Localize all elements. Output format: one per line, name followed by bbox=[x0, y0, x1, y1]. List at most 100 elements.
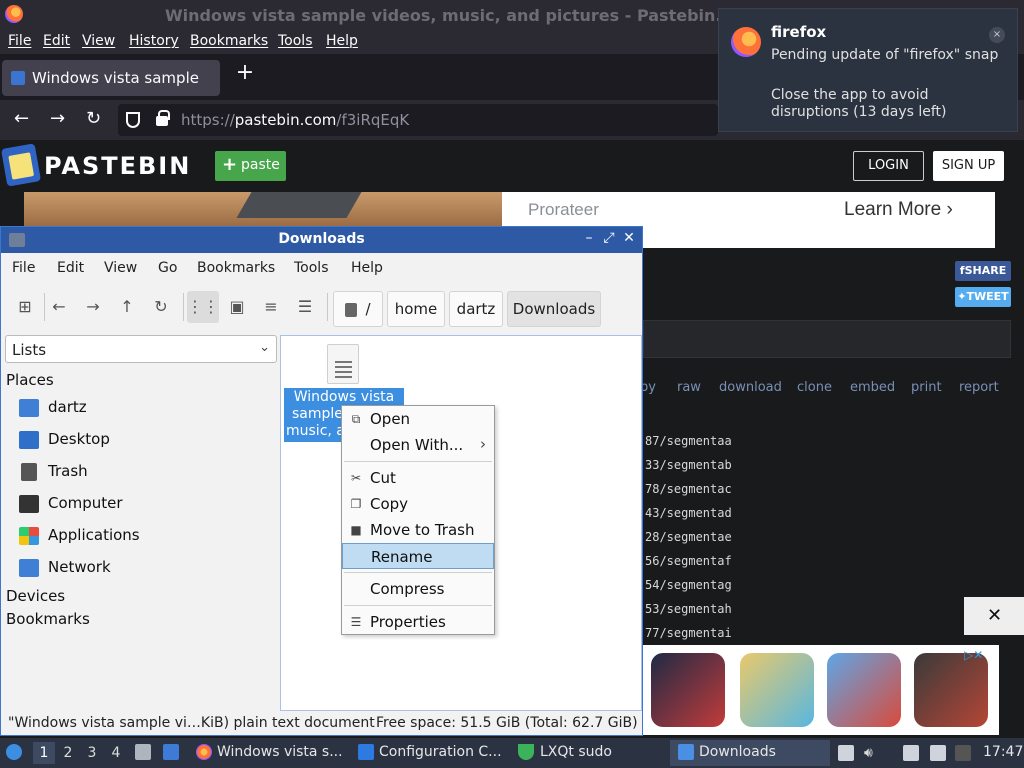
up-icon[interactable]: ↑ bbox=[111, 291, 143, 323]
thumbnail-view-icon[interactable]: ▣ bbox=[221, 291, 253, 323]
game-icon-soccer[interactable] bbox=[740, 653, 814, 727]
adchoices-icon[interactable]: ▷✕ bbox=[964, 648, 996, 662]
reload-icon[interactable]: ↻ bbox=[145, 291, 177, 323]
sidebar-item-network[interactable]: Network bbox=[19, 555, 269, 581]
code-line: 56/segmentaf bbox=[645, 554, 732, 568]
tracking-shield-icon[interactable] bbox=[126, 112, 140, 128]
menu-edit[interactable]: Edit bbox=[43, 33, 70, 49]
action-clone[interactable]: clone bbox=[797, 380, 832, 395]
task-lxqt-sudo[interactable]: LXQt sudo bbox=[540, 744, 612, 760]
task-downloads[interactable]: Downloads bbox=[699, 744, 776, 760]
fm-menu-tools[interactable]: Tools bbox=[294, 260, 329, 276]
ad-close-button[interactable]: ✕ bbox=[964, 597, 1024, 635]
game-icon-subway[interactable] bbox=[827, 653, 901, 727]
minimize-icon[interactable]: – bbox=[581, 230, 597, 246]
sidebar-item-desktop[interactable]: Desktop bbox=[19, 427, 269, 453]
path-home[interactable]: home bbox=[387, 291, 445, 327]
signup-button[interactable]: SIGN UP bbox=[933, 151, 1004, 181]
start-menu-icon[interactable] bbox=[6, 744, 22, 760]
facebook-share-button[interactable]: fSHARE bbox=[955, 261, 1011, 281]
desktop-1[interactable]: 1 bbox=[33, 742, 55, 764]
fm-menu-edit[interactable]: Edit bbox=[57, 260, 84, 276]
action-raw[interactable]: raw bbox=[677, 380, 701, 395]
fm-menu-file[interactable]: File bbox=[12, 260, 35, 276]
fm-menu-bookmarks[interactable]: Bookmarks bbox=[197, 260, 275, 276]
lock-icon[interactable] bbox=[156, 110, 170, 126]
pastebin-logo-icon[interactable] bbox=[0, 143, 42, 187]
ctx-cut[interactable]: ✂ Cut bbox=[342, 465, 494, 491]
show-desktop-icon[interactable] bbox=[163, 744, 179, 760]
menu-help[interactable]: Help bbox=[326, 33, 358, 49]
sidebar-item-computer[interactable]: Computer bbox=[19, 491, 269, 517]
reload-icon[interactable]: ↻ bbox=[86, 108, 101, 129]
tray-updates-icon[interactable] bbox=[838, 745, 854, 761]
menu-tools[interactable]: Tools bbox=[278, 33, 313, 49]
ctx-copy[interactable]: ❐ Copy bbox=[342, 491, 494, 517]
side-pane-combo[interactable]: Lists ⌄ bbox=[5, 335, 277, 363]
new-tab-plus-icon[interactable]: + bbox=[234, 62, 256, 84]
task-configuration[interactable]: Configuration C... bbox=[379, 744, 502, 760]
maximize-icon[interactable]: ⤢ bbox=[601, 230, 617, 246]
new-paste-button[interactable]: + paste bbox=[215, 151, 286, 181]
ctx-rename[interactable]: Rename bbox=[342, 543, 494, 569]
forward-icon[interactable]: → bbox=[77, 291, 109, 323]
desktop-2[interactable]: 2 bbox=[57, 742, 79, 764]
ctx-move-to-trash[interactable]: ■ Move to Trash bbox=[342, 517, 494, 543]
action-report[interactable]: report bbox=[959, 380, 999, 395]
back-icon[interactable]: ← bbox=[43, 291, 75, 323]
ctx-open[interactable]: ⧉ Open bbox=[342, 406, 494, 432]
clock[interactable]: 17:47 bbox=[983, 744, 1023, 760]
twitter-share-button[interactable]: ✦TWEET bbox=[955, 287, 1011, 307]
info-icon[interactable] bbox=[955, 745, 971, 761]
sidebar-item-dartz[interactable]: dartz bbox=[19, 395, 269, 421]
ad-learn-more[interactable]: Learn More › bbox=[844, 199, 953, 221]
fm-menu-help[interactable]: Help bbox=[351, 260, 383, 276]
path-dartz[interactable]: dartz bbox=[449, 291, 503, 327]
compact-view-icon[interactable]: ≡ bbox=[255, 291, 287, 323]
detailed-view-icon[interactable]: ☰ bbox=[289, 291, 321, 323]
notification-close-icon[interactable]: × bbox=[989, 27, 1005, 43]
url-text: https://pastebin.com/f3iRqEqK bbox=[181, 111, 410, 129]
game-icon-fnf[interactable] bbox=[651, 653, 725, 727]
action-download[interactable]: download bbox=[719, 380, 782, 395]
action-embed[interactable]: embed bbox=[850, 380, 895, 395]
close-icon[interactable]: ✕ bbox=[621, 230, 637, 246]
menu-history[interactable]: History bbox=[129, 33, 179, 49]
pastebin-brand[interactable]: PASTEBIN bbox=[44, 152, 191, 180]
path-downloads[interactable]: Downloads bbox=[507, 291, 601, 327]
game-icon-teacher[interactable] bbox=[914, 653, 988, 727]
menu-file[interactable]: File bbox=[8, 33, 31, 49]
desktop-4[interactable]: 4 bbox=[105, 742, 127, 764]
menu-bookmarks[interactable]: Bookmarks bbox=[190, 33, 268, 49]
tab-pastebin[interactable]: Windows vista sample vi bbox=[2, 60, 220, 96]
file-manager-launcher-icon[interactable] bbox=[135, 744, 151, 760]
forward-arrow-icon[interactable]: → bbox=[50, 108, 65, 129]
desktop-3[interactable]: 3 bbox=[81, 742, 103, 764]
volume-icon[interactable]: 🔊︎ bbox=[864, 745, 880, 761]
fm-toolbar: ⊞ ← → ↑ ↻ ⋮⋮ ▣ ≡ ☰ / home dartz Download… bbox=[1, 283, 642, 331]
clipboard-icon[interactable] bbox=[903, 745, 919, 761]
game-ad-banner[interactable] bbox=[643, 645, 999, 735]
fm-menu-go[interactable]: Go bbox=[158, 260, 177, 276]
ctx-properties[interactable]: ☰ Properties bbox=[342, 609, 494, 635]
ctx-compress[interactable]: Compress bbox=[342, 576, 494, 602]
action-print[interactable]: print bbox=[911, 380, 942, 395]
network-icon[interactable] bbox=[930, 745, 946, 761]
menu-view[interactable]: View bbox=[82, 33, 115, 49]
ctx-open-with[interactable]: Open With... › bbox=[342, 432, 494, 458]
new-tab-icon[interactable]: ⊞ bbox=[9, 291, 41, 323]
icon-view-icon[interactable]: ⋮⋮ bbox=[187, 291, 219, 323]
text-file-icon[interactable] bbox=[327, 344, 359, 384]
fm-menu-view[interactable]: View bbox=[104, 260, 137, 276]
menu-separator bbox=[344, 461, 492, 462]
sidebar-item-trash[interactable]: Trash bbox=[19, 459, 269, 485]
path-root[interactable]: / bbox=[333, 291, 383, 327]
fm-titlebar[interactable]: Downloads – ⤢ ✕ bbox=[1, 227, 642, 253]
task-firefox[interactable]: Windows vista s... bbox=[217, 744, 343, 760]
url-bar[interactable]: https://pastebin.com/f3iRqEqK bbox=[118, 104, 718, 136]
login-button[interactable]: LOGIN bbox=[853, 151, 924, 181]
devices-header: Devices bbox=[6, 587, 66, 605]
back-arrow-icon[interactable]: ← bbox=[14, 108, 29, 129]
update-notification[interactable]: firefox Pending update of "firefox" snap… bbox=[718, 8, 1018, 132]
sidebar-item-applications[interactable]: Applications bbox=[19, 523, 269, 549]
